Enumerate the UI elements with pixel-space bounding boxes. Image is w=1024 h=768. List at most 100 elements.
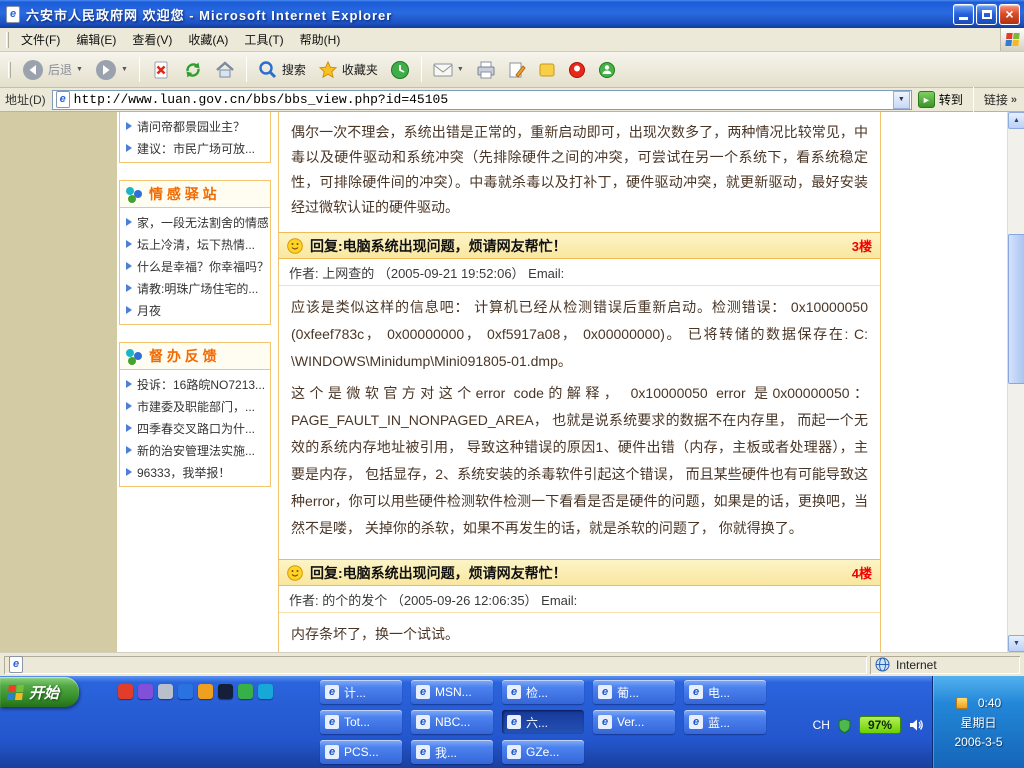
sidebar-link[interactable]: 坛上冷清，坛下热情... (122, 233, 268, 255)
back-dropdown-icon[interactable]: ▼ (76, 66, 83, 73)
bullet-icon (126, 262, 132, 270)
battery-indicator[interactable]: 97% (859, 716, 901, 734)
reply-paragraph: 内存条坏了，换一个试试。 (291, 621, 868, 648)
scrollbar-thumb[interactable] (1008, 234, 1024, 384)
taskbar: 开始 计... MSN... 检... 葡... 电... Tot... NBC… (0, 676, 1024, 768)
mail-button[interactable]: ▼ (428, 59, 469, 81)
taskbar-clock[interactable]: 0:40 星期日 2006-3-5 (932, 676, 1024, 768)
sidebar-link[interactable]: 建议：市民广场可放... (122, 137, 268, 159)
quick-launch-icon[interactable] (238, 684, 253, 699)
quick-launch-icon[interactable] (258, 684, 273, 699)
task-button[interactable]: MSN... (411, 680, 493, 704)
ie-window-icon (6, 6, 20, 23)
app-icon (325, 715, 339, 729)
address-input[interactable] (74, 92, 889, 108)
quick-launch-icon[interactable] (118, 684, 133, 699)
task-button[interactable]: PCS... (320, 740, 402, 764)
sidebar-link[interactable]: 新的治安管理法实施... (122, 439, 268, 461)
menu-edit[interactable]: 编辑(E) (68, 28, 124, 51)
quick-launch-icon[interactable] (178, 684, 193, 699)
stop-icon (151, 60, 171, 80)
app-icon (598, 715, 612, 729)
maximize-button[interactable] (976, 4, 997, 25)
status-pane (4, 656, 867, 674)
section-title: 情 感 驿 站 (149, 184, 217, 204)
task-button[interactable]: 蓝... (684, 710, 766, 734)
forward-button[interactable]: ▼ (90, 56, 133, 84)
scroll-down-button[interactable]: ▼ (1008, 635, 1024, 652)
status-bar: Internet (0, 652, 1024, 676)
qq-button[interactable] (563, 58, 591, 82)
forward-dropdown-icon[interactable]: ▼ (121, 66, 128, 73)
sidebar-link[interactable]: 请问帝都景园业主？ (122, 115, 268, 137)
sidebar-link[interactable]: 投诉：16路皖NO7213... (122, 373, 268, 395)
address-field: ▼ (52, 90, 912, 110)
app-icon (507, 715, 521, 729)
task-button[interactable]: NBC... (411, 710, 493, 734)
task-button[interactable]: 计... (320, 680, 402, 704)
sidebar-link[interactable]: 市建委及职能部门，... (122, 395, 268, 417)
edit-button[interactable] (503, 58, 531, 82)
search-button[interactable]: 搜索 (253, 57, 311, 83)
task-button[interactable]: 葡... (593, 680, 675, 704)
refresh-button[interactable] (178, 57, 208, 83)
reply-author-line: 作者: 上网查的 （2005-09-21 19:52:06） Email: (279, 259, 880, 286)
history-clock-icon (390, 60, 410, 80)
address-dropdown-button[interactable]: ▼ (893, 91, 910, 109)
reply-paragraph: 应该是类似这样的信息吧： 计算机已经从检测错误后重新启动。检测错误： 0x100… (291, 294, 868, 375)
sidebar-link[interactable]: 请教:明珠广场住宅的... (122, 277, 268, 299)
reply-body: 应该是类似这样的信息吧： 计算机已经从检测错误后重新启动。检测错误： 0x100… (279, 286, 880, 559)
menu-view[interactable]: 查看(V) (124, 28, 180, 51)
menu-favorites[interactable]: 收藏(A) (180, 28, 236, 51)
back-button[interactable]: 后退 ▼ (17, 56, 88, 84)
shield-icon[interactable] (838, 718, 851, 733)
quick-launch-icon[interactable] (198, 684, 213, 699)
page-background-band (0, 112, 117, 652)
tray-status-icon[interactable] (956, 697, 968, 709)
edit-icon (508, 61, 526, 79)
quick-launch-icon[interactable] (138, 684, 153, 699)
sidebar-link[interactable]: 四季春交叉路口为什... (122, 417, 268, 439)
reply-title: 回复:电脑系统出现问题，烦请网友帮忙！ (310, 236, 567, 256)
home-icon (215, 60, 235, 80)
menu-help[interactable]: 帮助(H) (292, 28, 349, 51)
sidebar-link[interactable]: 月夜 (122, 299, 268, 321)
stop-button[interactable] (146, 57, 176, 83)
language-indicator[interactable]: CH (813, 718, 830, 732)
mail-icon (433, 62, 453, 78)
task-button[interactable]: 检... (502, 680, 584, 704)
toolbar-grip (6, 32, 9, 48)
sidebar-link[interactable]: 什么是幸福？你幸福吗？ (122, 255, 268, 277)
menu-tools[interactable]: 工具(T) (236, 28, 291, 51)
sidebar-link[interactable]: 家，一段无法割舍的情感 (122, 211, 268, 233)
close-button[interactable]: × (999, 4, 1020, 25)
scroll-up-button[interactable]: ▲ (1008, 112, 1024, 129)
messenger-button[interactable] (593, 58, 621, 82)
task-button-active[interactable]: 六... (502, 710, 584, 734)
app-icon (325, 745, 339, 759)
separator (973, 87, 974, 112)
task-button[interactable]: GZe... (502, 740, 584, 764)
discuss-button[interactable] (533, 58, 561, 82)
go-button[interactable]: ► 转到 (918, 91, 963, 108)
task-button[interactable]: 我... (411, 740, 493, 764)
vertical-scrollbar[interactable]: ▲ ▼ (1007, 112, 1024, 652)
task-button[interactable]: 电... (684, 680, 766, 704)
minimize-button[interactable] (953, 4, 974, 25)
discuss-icon (538, 61, 556, 79)
print-button[interactable] (471, 58, 501, 82)
favorites-button[interactable]: 收藏夹 (313, 57, 383, 83)
links-button[interactable]: 链接 » (984, 91, 1019, 108)
history-button[interactable] (385, 57, 415, 83)
home-button[interactable] (210, 57, 240, 83)
sidebar-link[interactable]: 96333，我举报！ (122, 461, 268, 483)
mail-dropdown-icon[interactable]: ▼ (457, 66, 464, 73)
task-button[interactable]: Ver... (593, 710, 675, 734)
start-button[interactable]: 开始 (0, 677, 79, 707)
quick-launch-icon[interactable] (218, 684, 233, 699)
task-button[interactable]: Tot... (320, 710, 402, 734)
app-icon (416, 745, 430, 759)
menu-file[interactable]: 文件(F) (13, 28, 68, 51)
volume-icon[interactable] (909, 718, 924, 732)
quick-launch-icon[interactable] (158, 684, 173, 699)
